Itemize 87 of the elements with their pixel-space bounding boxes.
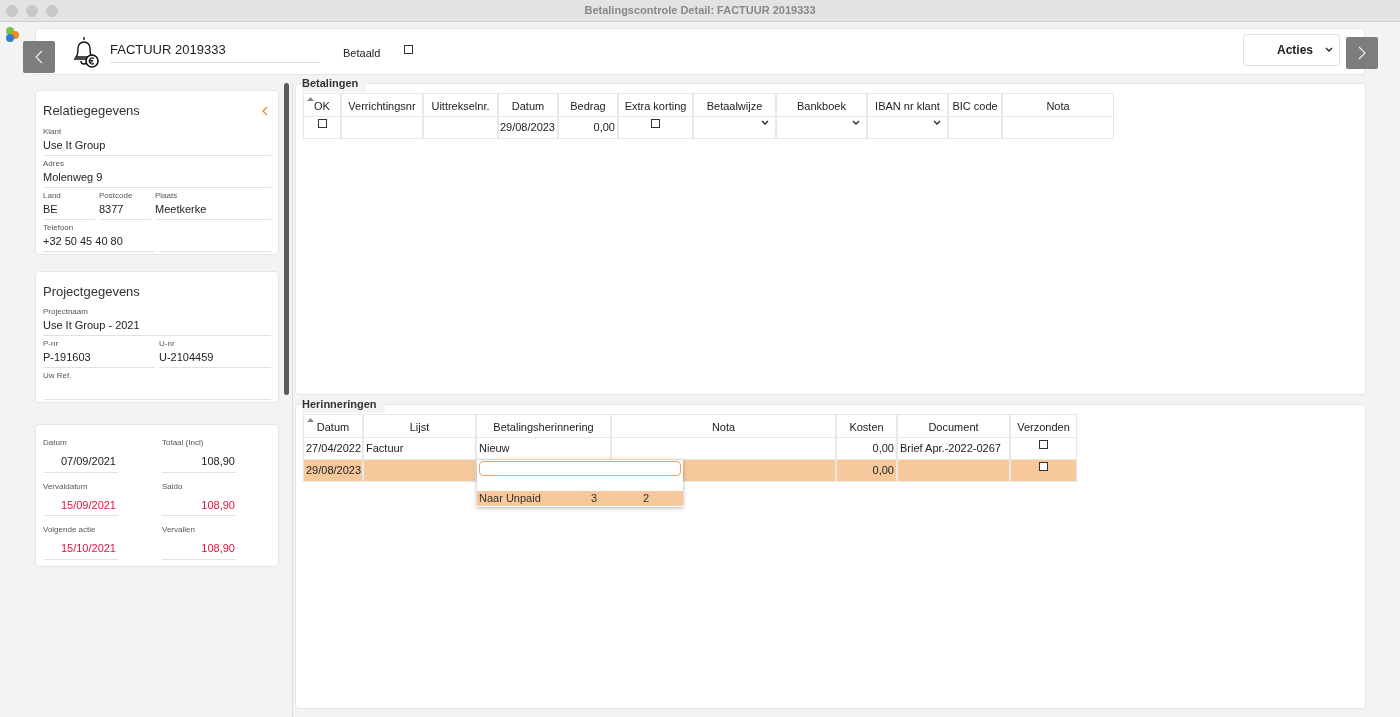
- select-cell[interactable]: [693, 117, 776, 139]
- column-header[interactable]: Bedrag: [558, 93, 618, 117]
- splitter-handle[interactable]: [283, 83, 289, 395]
- search-field[interactable]: [479, 461, 681, 476]
- column-header[interactable]: Datum: [498, 93, 558, 117]
- checkbox[interactable]: [317, 119, 327, 128]
- dropdown-option[interactable]: Naar Unpaid 3 2: [477, 491, 683, 506]
- field-label: Uw Ref.: [43, 370, 73, 381]
- table-row[interactable]: 27/04/2022 Factuur Nieuw 0,00 Brief Apr.-2022-0267: [303, 438, 1077, 460]
- field-label: P-nr: [43, 338, 60, 349]
- column-header[interactable]: Nota: [611, 414, 836, 438]
- field-value[interactable]: Use It Group - 2021: [43, 317, 271, 333]
- field-value[interactable]: BE: [43, 200, 95, 217]
- field-value[interactable]: 108,90: [162, 540, 237, 560]
- table-cell: 29/08/2023: [498, 117, 558, 139]
- column-header[interactable]: Lijst: [363, 414, 476, 438]
- caret-icon: [761, 120, 769, 125]
- column-header[interactable]: Datum: [303, 414, 363, 438]
- invoice-number-field[interactable]: FACTUUR 2019333: [110, 40, 320, 63]
- close-window-button[interactable]: [6, 4, 18, 17]
- column-header[interactable]: IBAN nr klant: [867, 93, 948, 117]
- caret-icon: [1325, 47, 1333, 52]
- field-label: Postcode: [99, 189, 134, 201]
- checkbox[interactable]: [1039, 440, 1048, 449]
- field-value[interactable]: 07/09/2021: [43, 453, 118, 473]
- card-title: Projectgegevens: [43, 282, 140, 301]
- field-value[interactable]: U-2104459: [159, 349, 271, 365]
- column-header[interactable]: Nota: [1002, 93, 1114, 117]
- table-cell: 0,00: [558, 117, 618, 139]
- field-value[interactable]: Use It Group: [43, 136, 271, 153]
- column-header[interactable]: Verrichtingsnr: [341, 93, 423, 117]
- field-label: Land: [43, 189, 62, 201]
- column-header[interactable]: Extra korting: [618, 93, 693, 117]
- field-label: Plaats: [155, 189, 179, 201]
- field-value[interactable]: P-191603: [43, 349, 155, 365]
- sort-icon[interactable]: [307, 418, 314, 422]
- field-label: Klant: [43, 125, 63, 137]
- field-label: Vervaldatum: [43, 480, 89, 493]
- card-title: Relatiegegevens: [43, 102, 140, 120]
- column-header[interactable]: BIC code: [948, 93, 1002, 117]
- field-label: Adres: [43, 157, 65, 169]
- paid-label: Betaald: [343, 46, 381, 62]
- actions-dropdown[interactable]: Acties: [1243, 33, 1340, 66]
- caret-icon: [933, 120, 941, 125]
- field-value[interactable]: 108,90: [162, 453, 237, 473]
- column-header[interactable]: Betaalwijze: [693, 93, 776, 117]
- field-label: Volgende actie: [43, 524, 97, 536]
- minimize-window-button[interactable]: [26, 4, 38, 17]
- column-header[interactable]: Betalingsherinnering: [476, 414, 611, 438]
- column-header[interactable]: OK: [303, 93, 341, 117]
- chevron-right-icon: [1358, 46, 1366, 60]
- collapse-icon[interactable]: [262, 105, 268, 116]
- checkbox[interactable]: [1039, 462, 1048, 471]
- field-value[interactable]: 15/10/2021: [43, 540, 118, 560]
- previous-button[interactable]: [23, 41, 55, 73]
- checkbox[interactable]: [651, 119, 660, 128]
- field-label: Projectnaam: [43, 306, 89, 317]
- table-cell: 0,00: [836, 460, 897, 482]
- column-header[interactable]: Kosten: [836, 414, 897, 438]
- next-button[interactable]: [1346, 37, 1378, 69]
- table-cell: 29/08/2023: [303, 460, 363, 482]
- column-header[interactable]: Verzonden: [1010, 414, 1077, 438]
- field-value[interactable]: 108,90: [162, 496, 237, 516]
- app-logo-icon: [5, 27, 21, 43]
- sort-icon[interactable]: [307, 97, 314, 101]
- table-row[interactable]: 29/08/2023 0,00: [303, 117, 1114, 139]
- field-value[interactable]: 15/09/2021: [43, 496, 118, 516]
- chevron-left-icon: [35, 50, 43, 64]
- field-value[interactable]: 8377: [99, 200, 151, 217]
- field-label: Vervallen: [162, 524, 196, 536]
- window-title: Betalingscontrole Detail: FACTUUR 2019333: [584, 3, 816, 19]
- field-label: U-nr: [159, 338, 176, 349]
- field-label: Saldo: [162, 480, 184, 493]
- select-cell[interactable]: [776, 117, 867, 139]
- column-header[interactable]: Document: [897, 414, 1010, 438]
- field-value[interactable]: Molenweg 9: [43, 168, 271, 185]
- column-header[interactable]: Uittrekselnr.: [423, 93, 498, 117]
- field-value[interactable]: +32 50 45 40 80: [43, 232, 155, 249]
- select-cell[interactable]: [867, 117, 948, 139]
- column-header[interactable]: Bankboek: [776, 93, 867, 117]
- field-label: Telefoon: [43, 221, 75, 233]
- field-value[interactable]: Meetkerke: [155, 200, 271, 217]
- field-label: Totaal (Incl): [162, 437, 205, 449]
- field-label: Datum: [43, 437, 68, 449]
- paid-checkbox[interactable]: [404, 45, 414, 54]
- caret-icon: [852, 120, 860, 125]
- zoom-window-button[interactable]: [46, 4, 58, 17]
